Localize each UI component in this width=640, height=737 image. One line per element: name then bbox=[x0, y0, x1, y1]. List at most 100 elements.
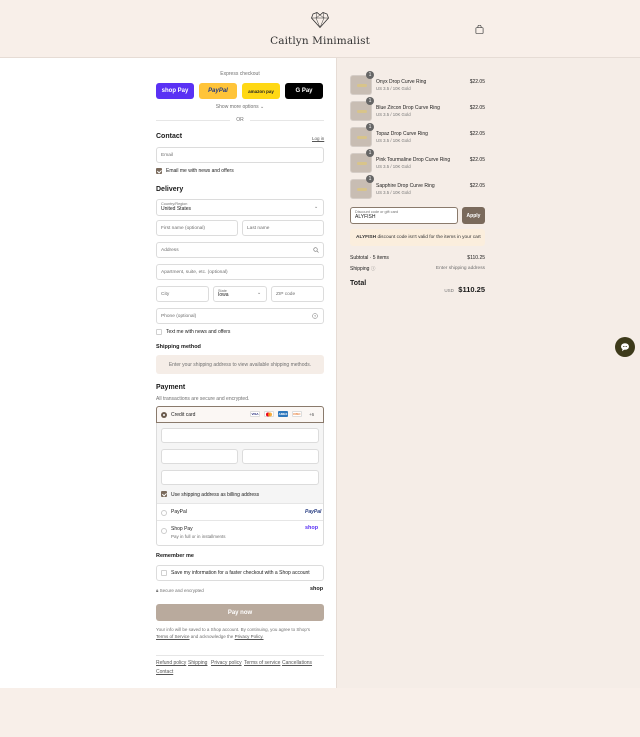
paypal-radio[interactable] bbox=[161, 510, 167, 516]
item-variant: US 3.5 / 10K Gold bbox=[376, 164, 411, 169]
item-name: Sapphire Drop Curve Ring bbox=[376, 183, 435, 189]
item-price: $22.05 bbox=[469, 131, 485, 137]
quantity-badge: 1 bbox=[366, 71, 374, 79]
first-name-field[interactable]: First name (optional) bbox=[156, 220, 238, 236]
credit-card-label: Credit card bbox=[171, 412, 196, 418]
shop-logo: shop bbox=[310, 586, 324, 592]
payment-subtitle: All transactions are secure and encrypte… bbox=[156, 396, 250, 402]
discount-error-banner: ALYFISH discount code isn't valid for th… bbox=[350, 229, 485, 246]
discount-code-field[interactable]: Discount code or gift card ALYFISH bbox=[350, 207, 458, 224]
quantity-badge: 1 bbox=[366, 123, 374, 131]
item-variant: US 3.5 / 10K Gold bbox=[376, 138, 411, 143]
chevron-down-icon: ⌄ bbox=[260, 104, 265, 110]
footer-cancellations[interactable]: Cancellations bbox=[282, 660, 312, 666]
privacy-link[interactable]: Privacy Policy. bbox=[235, 634, 264, 639]
help-icon[interactable]: ? bbox=[312, 313, 318, 319]
email-news-checkbox[interactable] bbox=[156, 168, 162, 174]
paypal-logo: PayPal bbox=[305, 509, 322, 515]
divider bbox=[250, 120, 324, 121]
shop-pay-logo: shop bbox=[305, 525, 319, 531]
address-field[interactable]: Address bbox=[156, 242, 324, 258]
country-select[interactable]: Country/Region United States bbox=[156, 199, 324, 216]
text-news-checkbox[interactable] bbox=[156, 329, 162, 335]
shop-pay-sublabel: Pay in full or in installments bbox=[171, 534, 226, 539]
total-amount: USD $110.25 bbox=[435, 279, 485, 297]
checkout-form: Express checkout shop Pay PayPal amazon … bbox=[0, 58, 336, 688]
login-link[interactable]: Log in bbox=[312, 136, 324, 141]
or-divider: OR bbox=[236, 117, 244, 123]
amex-icon: AMEX bbox=[278, 411, 288, 417]
apply-discount-button[interactable]: Apply bbox=[462, 207, 485, 224]
credit-card-radio[interactable] bbox=[161, 412, 167, 418]
name-on-card-field[interactable] bbox=[161, 470, 319, 485]
item-price: $22.05 bbox=[469, 183, 485, 189]
shop-pay-radio[interactable] bbox=[161, 528, 167, 534]
item-variant: US 3.5 / 10K Gold bbox=[376, 112, 411, 117]
expiration-field[interactable] bbox=[161, 449, 238, 464]
email-field[interactable]: Email bbox=[156, 147, 324, 163]
email-news-label: Email me with news and offers bbox=[166, 168, 234, 174]
remember-me-label: Save my information for a faster checkou… bbox=[171, 570, 310, 576]
contact-title: Contact bbox=[156, 133, 183, 140]
item-variant: US 3.5 / 10K Gold bbox=[376, 86, 411, 91]
billing-address-checkbox[interactable] bbox=[161, 491, 167, 497]
payment-title: Payment bbox=[156, 384, 186, 391]
shipping-label: Shipping ⓘ bbox=[350, 266, 376, 272]
diamond-heart-logo-icon bbox=[311, 12, 329, 29]
shipping-method-title: Shipping method bbox=[156, 344, 201, 350]
order-summary: 1 Onyx Drop Curve Ring US 3.5 / 10K Gold… bbox=[336, 58, 640, 688]
footer-terms-of-service[interactable]: Terms of service bbox=[244, 660, 280, 666]
total-value: $110.25 bbox=[458, 285, 485, 294]
visa-icon: VISA bbox=[250, 411, 260, 417]
search-icon bbox=[313, 247, 319, 253]
item-price: $22.05 bbox=[469, 105, 485, 111]
total-label: Total bbox=[350, 280, 367, 287]
footer-shipping[interactable]: Shipping bbox=[188, 660, 207, 666]
currency-code: USD bbox=[444, 288, 454, 293]
zip-field[interactable]: ZIP code bbox=[271, 286, 324, 302]
express-checkout-label: Express checkout bbox=[220, 71, 260, 77]
discover-icon: DISC bbox=[292, 411, 302, 417]
info-icon[interactable]: ⓘ bbox=[371, 266, 376, 271]
item-name: Onyx Drop Curve Ring bbox=[376, 79, 427, 85]
pay-now-button[interactable]: Pay now bbox=[156, 604, 324, 621]
show-more-options[interactable]: Show more options ⌄ bbox=[156, 104, 324, 110]
google-pay-button[interactable]: G Pay bbox=[285, 83, 323, 99]
site-header: Caitlyn Minimalist bbox=[0, 0, 640, 58]
apartment-field[interactable]: Apartment, suite, etc. (optional) bbox=[156, 264, 324, 280]
footer-privacy-policy[interactable]: Privacy policy bbox=[211, 660, 242, 666]
paypal-button[interactable]: PayPal bbox=[199, 83, 237, 99]
city-field[interactable]: City bbox=[156, 286, 209, 302]
billing-address-label: Use shipping address as billing address bbox=[171, 492, 260, 498]
shipping-method-placeholder: Enter your shipping address to view avai… bbox=[156, 355, 324, 374]
last-name-field[interactable]: Last name bbox=[242, 220, 324, 236]
phone-field[interactable]: Phone (optional) bbox=[156, 308, 324, 324]
footer-contact[interactable]: Contact bbox=[156, 669, 173, 675]
quantity-badge: 1 bbox=[366, 175, 374, 183]
shop-pay-label: Shop Pay bbox=[171, 526, 193, 532]
more-cards-badge: +6 bbox=[309, 412, 315, 417]
terms-link[interactable]: Terms of Service bbox=[156, 634, 190, 639]
secure-encrypted-label: 🔒︎ Secure and encrypted bbox=[156, 588, 204, 593]
chevron-down-icon: ⌄ bbox=[257, 290, 262, 296]
chevron-down-icon: ⌄ bbox=[314, 204, 319, 210]
amazon-pay-button[interactable]: amazon pay bbox=[242, 83, 280, 99]
security-code-field[interactable] bbox=[242, 449, 319, 464]
brand-name: Caitlyn Minimalist bbox=[270, 35, 370, 47]
chat-widget-button[interactable] bbox=[615, 337, 635, 357]
text-news-label: Text me with news and offers bbox=[166, 329, 231, 335]
mastercard-icon bbox=[264, 411, 274, 417]
item-name: Topaz Drop Curve Ring bbox=[376, 131, 428, 137]
chat-bubble-icon bbox=[621, 343, 629, 352]
footer-refund-policy[interactable]: Refund policy bbox=[156, 660, 186, 666]
remember-me-checkbox[interactable] bbox=[161, 570, 167, 576]
shipping-value: Enter shipping address bbox=[435, 266, 485, 271]
lock-icon: 🔒︎ bbox=[156, 588, 159, 593]
shopping-bag-icon[interactable] bbox=[475, 25, 484, 34]
legal-text: Your info will be saved to a Shop accoun… bbox=[156, 627, 311, 639]
shop-pay-button[interactable]: shop Pay bbox=[156, 83, 194, 99]
brand-logo[interactable]: Caitlyn Minimalist bbox=[270, 12, 370, 47]
card-number-field[interactable] bbox=[161, 428, 319, 443]
remember-me-title: Remember me bbox=[156, 553, 194, 559]
divider bbox=[157, 503, 323, 504]
